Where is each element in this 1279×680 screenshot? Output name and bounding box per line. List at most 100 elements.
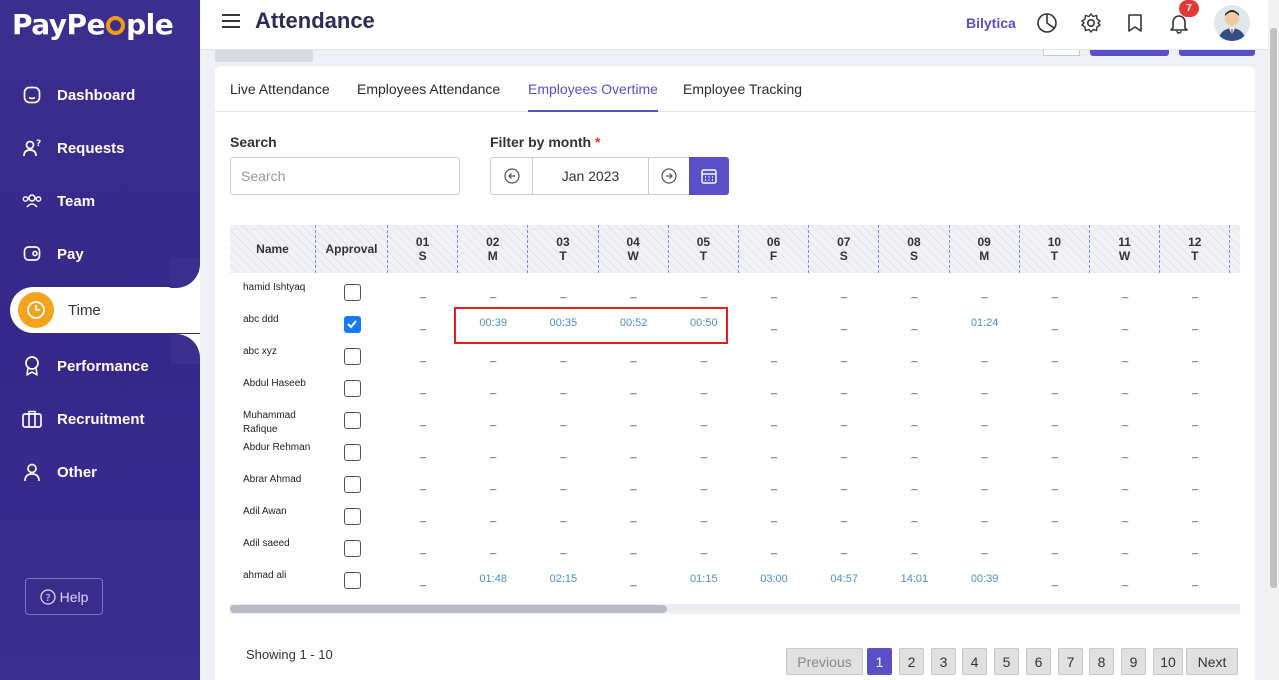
svg-text:?: ? xyxy=(45,593,50,604)
empty-cell: _ xyxy=(490,351,497,363)
empty-cell: _ xyxy=(1192,287,1199,299)
approval-checkbox[interactable] xyxy=(344,508,361,525)
empty-cell: _ xyxy=(1121,543,1129,555)
column-header-day: 09 M xyxy=(950,225,1020,273)
empty-cell: _ xyxy=(981,383,988,395)
approval-checkbox[interactable] xyxy=(344,348,361,365)
team-icon xyxy=(21,190,43,212)
sidebar-item-team[interactable]: Team xyxy=(0,179,200,223)
column-header-day: 04 W xyxy=(599,225,669,273)
menu-icon[interactable] xyxy=(222,14,240,28)
sidebar-item-requests[interactable]: ? Requests xyxy=(0,126,200,170)
table-row: abc xyz _ _ _ _ _ _ _ _ _ _ _ _ xyxy=(230,343,1240,375)
horizontal-scrollbar[interactable] xyxy=(230,604,1240,614)
overtime-value[interactable]: 02:15 xyxy=(528,573,598,585)
sidebar-notch-top xyxy=(170,258,200,288)
tab-employee-tracking[interactable]: Employee Tracking xyxy=(683,81,802,112)
empty-cell: _ xyxy=(490,383,497,395)
weekday-letter: M xyxy=(979,249,990,263)
approval-checkbox[interactable] xyxy=(344,284,361,301)
help-label: Help xyxy=(59,588,89,605)
empty-cell: _ xyxy=(490,479,497,491)
empty-cell: _ xyxy=(770,511,778,523)
search-input[interactable]: Search xyxy=(230,157,460,195)
sidebar-item-recruitment[interactable]: Recruitment xyxy=(0,397,200,441)
approval-checkbox[interactable] xyxy=(344,444,361,461)
approval-checkbox[interactable] xyxy=(344,476,361,493)
empty-cell: _ xyxy=(1051,383,1058,395)
page-button[interactable]: 6 xyxy=(1026,648,1051,675)
page-button[interactable]: 9 xyxy=(1121,648,1146,675)
overtime-value[interactable]: 04:57 xyxy=(809,573,879,585)
overtime-value[interactable]: 01:15 xyxy=(669,573,739,585)
approval-checkbox[interactable] xyxy=(344,572,361,589)
table-row: Muhammad Rafique _ _ _ _ _ _ _ _ _ _ _ _ xyxy=(230,407,1240,439)
overtime-value[interactable]: 01:48 xyxy=(458,573,528,585)
tab-employees-attendance[interactable]: Employees Attendance xyxy=(357,81,500,112)
vertical-scrollbar[interactable] xyxy=(1268,0,1279,680)
calendar-button[interactable] xyxy=(689,157,729,195)
person-question-icon: ? xyxy=(21,137,43,159)
sidebar-item-other[interactable]: Other xyxy=(0,450,200,494)
page-button[interactable]: 8 xyxy=(1089,648,1114,675)
help-button[interactable]: ? Help xyxy=(25,578,103,615)
table-row: hamid Ishtyaq _ _ _ _ _ _ _ _ _ _ _ _ xyxy=(230,279,1240,311)
toolbar-primary-button[interactable] xyxy=(1090,50,1169,56)
approval-checkbox[interactable] xyxy=(344,316,361,333)
next-page-button[interactable]: Next xyxy=(1186,648,1238,675)
overtime-table-body: hamid Ishtyaq _ _ _ _ _ _ _ _ _ _ _ _ abc ddd _ 00:39 00… xyxy=(230,279,1240,604)
empty-cell: _ xyxy=(700,383,707,395)
previous-month-button[interactable] xyxy=(491,158,533,194)
svg-text:?: ? xyxy=(36,139,41,149)
page-button[interactable]: 3 xyxy=(931,648,956,675)
table-row: ahmad ali _ 01:48 02:15 _ 01:15 03:00 04:57 14:0… xyxy=(230,567,1240,599)
tab-employees-overtime[interactable]: Employees Overtime xyxy=(528,81,658,112)
scrollbar-thumb[interactable] xyxy=(1270,28,1277,588)
toolbar-button[interactable] xyxy=(1043,50,1080,56)
page-button[interactable]: 10 xyxy=(1153,648,1183,675)
empty-cell: _ xyxy=(1192,575,1199,587)
approval-checkbox[interactable] xyxy=(344,412,361,429)
user-icon xyxy=(21,461,43,483)
empty-cell: _ xyxy=(419,415,427,427)
page-button[interactable]: 1 xyxy=(867,648,892,675)
page-button[interactable]: 2 xyxy=(899,648,924,675)
company-name[interactable]: Bilytica xyxy=(966,15,1016,31)
tab-live-attendance[interactable]: Live Attendance xyxy=(230,81,330,112)
wallet-icon xyxy=(21,243,43,265)
overtime-value[interactable]: 01:24 xyxy=(950,317,1020,329)
chart-pie-icon[interactable] xyxy=(1035,11,1059,35)
weekday-letter: F xyxy=(769,249,778,263)
empty-cell: _ xyxy=(560,415,567,427)
overtime-value[interactable]: 00:39 xyxy=(950,573,1020,585)
column-header-approval: Approval xyxy=(316,225,388,273)
column-header-day: 06 F xyxy=(739,225,810,273)
page-button[interactable]: 4 xyxy=(962,648,987,675)
user-avatar[interactable] xyxy=(1214,5,1250,41)
overtime-value[interactable]: 03:00 xyxy=(739,573,809,585)
weekday-letter: M xyxy=(487,249,498,263)
briefcase-icon xyxy=(21,408,43,430)
next-month-button[interactable] xyxy=(648,158,689,194)
previous-page-button[interactable]: Previous xyxy=(786,648,863,675)
table-row: Adil saeed _ _ _ _ _ _ _ _ _ _ _ _ xyxy=(230,535,1240,567)
empty-cell: _ xyxy=(911,383,918,395)
scrollbar-thumb[interactable] xyxy=(230,605,667,613)
bookmark-icon[interactable] xyxy=(1123,11,1147,35)
sidebar-item-time[interactable]: Time xyxy=(10,287,200,333)
page-button[interactable]: 5 xyxy=(994,648,1019,675)
day-number: 08 xyxy=(907,235,921,249)
overtime-value[interactable]: 14:01 xyxy=(879,573,949,585)
sidebar-item-label: Team xyxy=(57,192,96,210)
empty-cell: _ xyxy=(490,543,497,555)
approval-checkbox[interactable] xyxy=(344,380,361,397)
day-number: 05 xyxy=(696,235,711,249)
toolbar-primary-button[interactable] xyxy=(1179,50,1255,56)
settings-gear-icon[interactable] xyxy=(1079,11,1103,35)
empty-cell: _ xyxy=(770,383,778,395)
paypeople-logo[interactable]: PayPe ple xyxy=(12,8,174,41)
approval-checkbox[interactable] xyxy=(344,540,361,557)
sidebar-item-dashboard[interactable]: Dashboard xyxy=(0,73,200,117)
empty-cell: _ xyxy=(630,415,637,427)
page-button[interactable]: 7 xyxy=(1058,648,1083,675)
